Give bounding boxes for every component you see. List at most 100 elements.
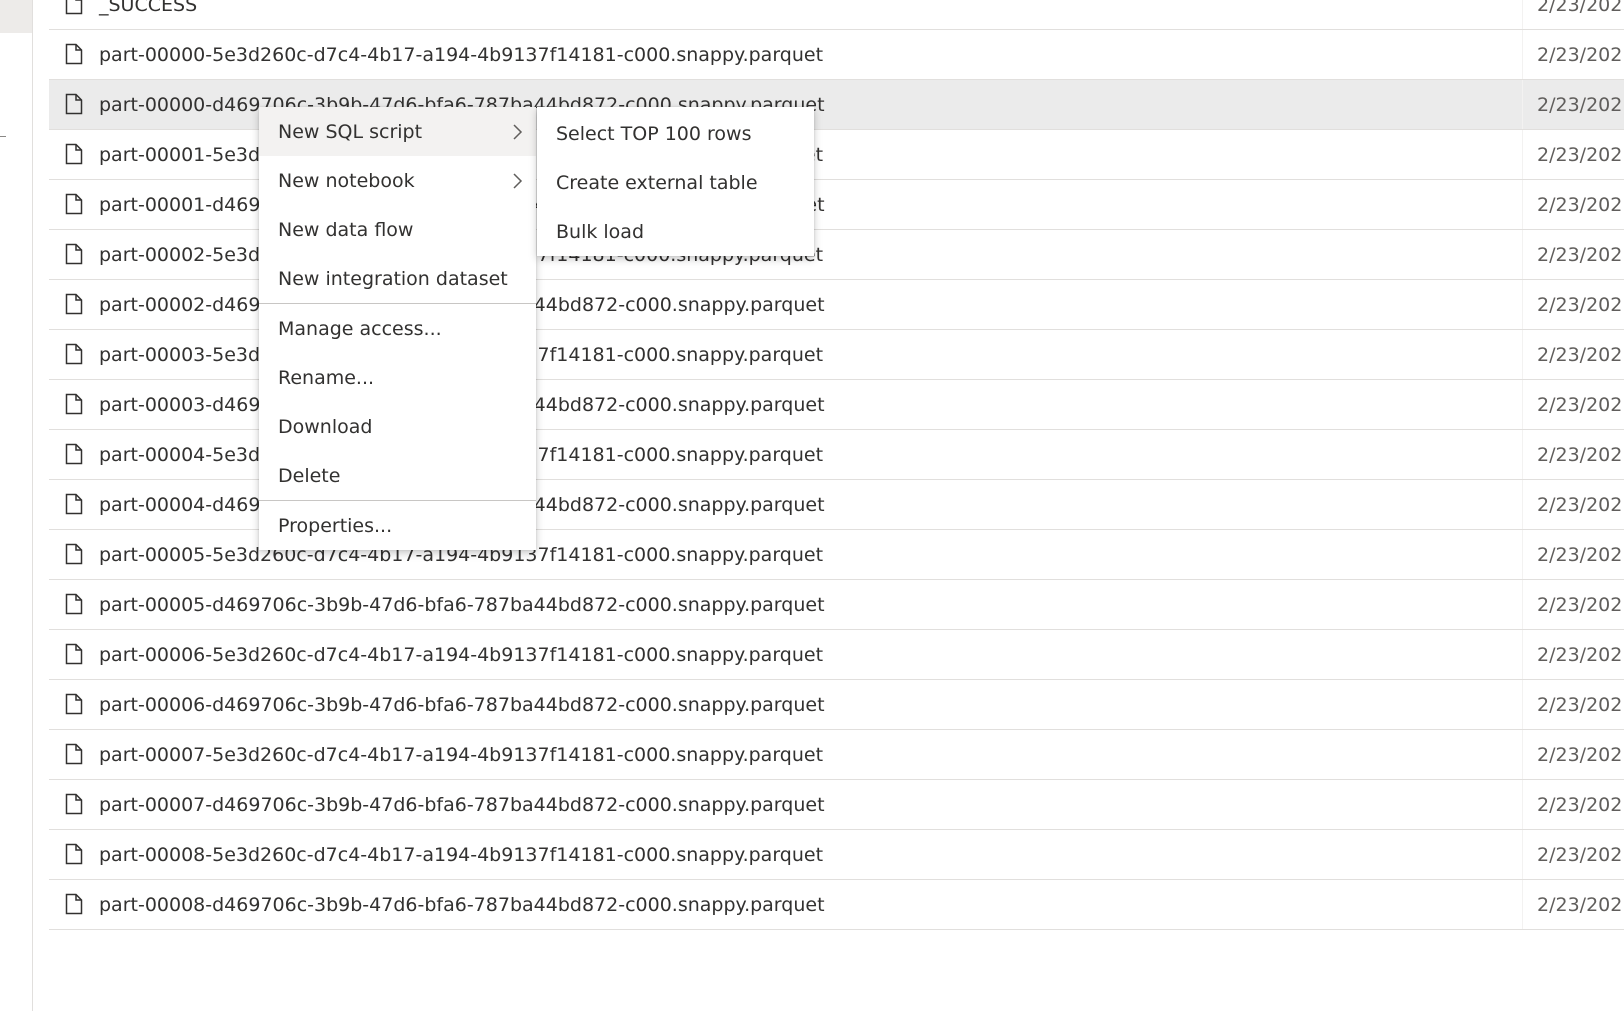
file-modified-date: 2/23/2021 [1537,694,1624,716]
file-row[interactable]: part-00000-5e3d260c-d7c4-4b17-a194-4b913… [49,30,1624,80]
file-icon [65,293,83,315]
submenu-item-label: Create external table [556,172,758,194]
file-modified-date: 2/23/2021 [1537,44,1624,66]
file-modified-date: 2/23/2021 [1537,594,1624,616]
chevron-right-icon [510,122,524,142]
menu-item-new-sql-script[interactable]: New SQL script [259,107,536,156]
column-divider [1522,730,1523,779]
file-row[interactable]: _SUCCESS 2/23/2021 [49,0,1624,30]
new-sql-script-submenu: Select TOP 100 rows Create external table… [537,107,814,256]
menu-item-new-data-flow[interactable]: New data flow [259,205,536,254]
chevron-right-icon [510,171,524,191]
file-row[interactable]: part-00005-d469706c-3b9b-47d6-bfa6-787ba… [49,580,1624,630]
file-name[interactable]: part-00008-5e3d260c-d7c4-4b17-a194-4b913… [99,842,823,868]
file-icon [65,593,83,615]
submenu-item-bulk-load[interactable]: Bulk load [537,207,814,256]
menu-item-label: New SQL script [278,121,423,143]
context-menu: New SQL script New notebook New data flow N… [259,107,536,550]
file-icon [65,693,83,715]
menu-item-delete[interactable]: Delete [259,451,536,500]
file-modified-date: 2/23/2021 [1537,94,1624,116]
file-modified-date: 2/23/2021 [1537,544,1624,566]
file-name[interactable]: part-00007-d469706c-3b9b-47d6-bfa6-787ba… [99,792,825,818]
file-icon [65,193,83,215]
submenu-item-label: Bulk load [556,221,645,243]
file-modified-date: 2/23/2021 [1537,294,1624,316]
file-name[interactable]: _SUCCESS [99,0,197,18]
column-divider [1522,30,1523,79]
file-icon [65,843,83,865]
column-divider [1522,430,1523,479]
file-icon [65,0,83,15]
file-modified-date: 2/23/2021 [1537,444,1624,466]
menu-item-rename[interactable]: Rename... [259,353,536,402]
menu-item-label: Manage access... [278,318,442,340]
column-divider [1522,230,1523,279]
file-modified-date: 2/23/2021 [1537,494,1624,516]
file-modified-date: 2/23/2021 [1537,344,1624,366]
column-divider [1522,330,1523,379]
menu-item-download[interactable]: Download [259,402,536,451]
menu-item-new-integration-dataset[interactable]: New integration dataset [259,254,536,303]
column-divider [1522,380,1523,429]
file-modified-date: 2/23/2021 [1537,844,1624,866]
menu-item-label: Download [278,416,373,438]
file-modified-date: 2/23/2021 [1537,644,1624,666]
file-modified-date: 2/23/2021 [1537,794,1624,816]
file-icon [65,143,83,165]
file-icon [65,893,83,915]
file-modified-date: 2/23/2021 [1537,894,1624,916]
column-divider [1522,530,1523,579]
file-row[interactable]: part-00007-5e3d260c-d7c4-4b17-a194-4b913… [49,730,1624,780]
file-icon [65,343,83,365]
file-icon [65,493,83,515]
menu-item-label: New data flow [278,219,414,241]
file-name[interactable]: part-00008-d469706c-3b9b-47d6-bfa6-787ba… [99,892,825,918]
file-name[interactable]: part-00006-5e3d260c-d7c4-4b17-a194-4b913… [99,642,823,668]
file-icon [65,643,83,665]
column-divider [1522,680,1523,729]
submenu-item-label: Select TOP 100 rows [556,123,752,145]
column-divider [1522,480,1523,529]
file-name[interactable]: part-00005-d469706c-3b9b-47d6-bfa6-787ba… [99,592,825,618]
file-row[interactable]: part-00007-d469706c-3b9b-47d6-bfa6-787ba… [49,780,1624,830]
file-icon [65,393,83,415]
left-navigation-rail [0,0,33,1011]
file-row[interactable]: part-00008-d469706c-3b9b-47d6-bfa6-787ba… [49,880,1624,930]
file-icon [65,43,83,65]
file-row[interactable]: part-00006-d469706c-3b9b-47d6-bfa6-787ba… [49,680,1624,730]
column-divider [1522,130,1523,179]
file-row[interactable]: part-00006-5e3d260c-d7c4-4b17-a194-4b913… [49,630,1624,680]
file-row[interactable]: part-00008-5e3d260c-d7c4-4b17-a194-4b913… [49,830,1624,880]
file-name[interactable]: part-00007-5e3d260c-d7c4-4b17-a194-4b913… [99,742,823,768]
file-modified-date: 2/23/2021 [1537,144,1624,166]
file-icon [65,793,83,815]
file-icon [65,243,83,265]
column-divider [1522,830,1523,879]
menu-item-label: New notebook [278,170,415,192]
column-divider [1522,0,1523,29]
file-modified-date: 2/23/2021 [1537,244,1624,266]
menu-item-label: Rename... [278,367,375,389]
file-modified-date: 2/23/2021 [1537,744,1624,766]
submenu-item-select-top-100-rows[interactable]: Select TOP 100 rows [537,109,814,158]
file-name[interactable]: part-00000-5e3d260c-d7c4-4b17-a194-4b913… [99,42,823,68]
menu-item-label: New integration dataset [278,268,508,290]
file-icon [65,93,83,115]
submenu-item-create-external-table[interactable]: Create external table [537,158,814,207]
file-name[interactable]: part-00006-d469706c-3b9b-47d6-bfa6-787ba… [99,692,825,718]
menu-item-manage-access[interactable]: Manage access... [259,304,536,353]
file-modified-date: 2/23/2021 [1537,194,1624,216]
rail-selected-item[interactable] [0,0,32,33]
menu-item-new-notebook[interactable]: New notebook [259,156,536,205]
column-divider [1522,580,1523,629]
column-divider [1522,780,1523,829]
menu-item-label: Properties... [278,515,393,537]
file-modified-date: 2/23/2021 [1537,0,1624,16]
rail-collapse-handle[interactable] [0,136,6,137]
file-icon [65,443,83,465]
menu-item-properties[interactable]: Properties... [259,501,536,550]
file-icon [65,743,83,765]
file-icon [65,543,83,565]
column-divider [1522,180,1523,229]
